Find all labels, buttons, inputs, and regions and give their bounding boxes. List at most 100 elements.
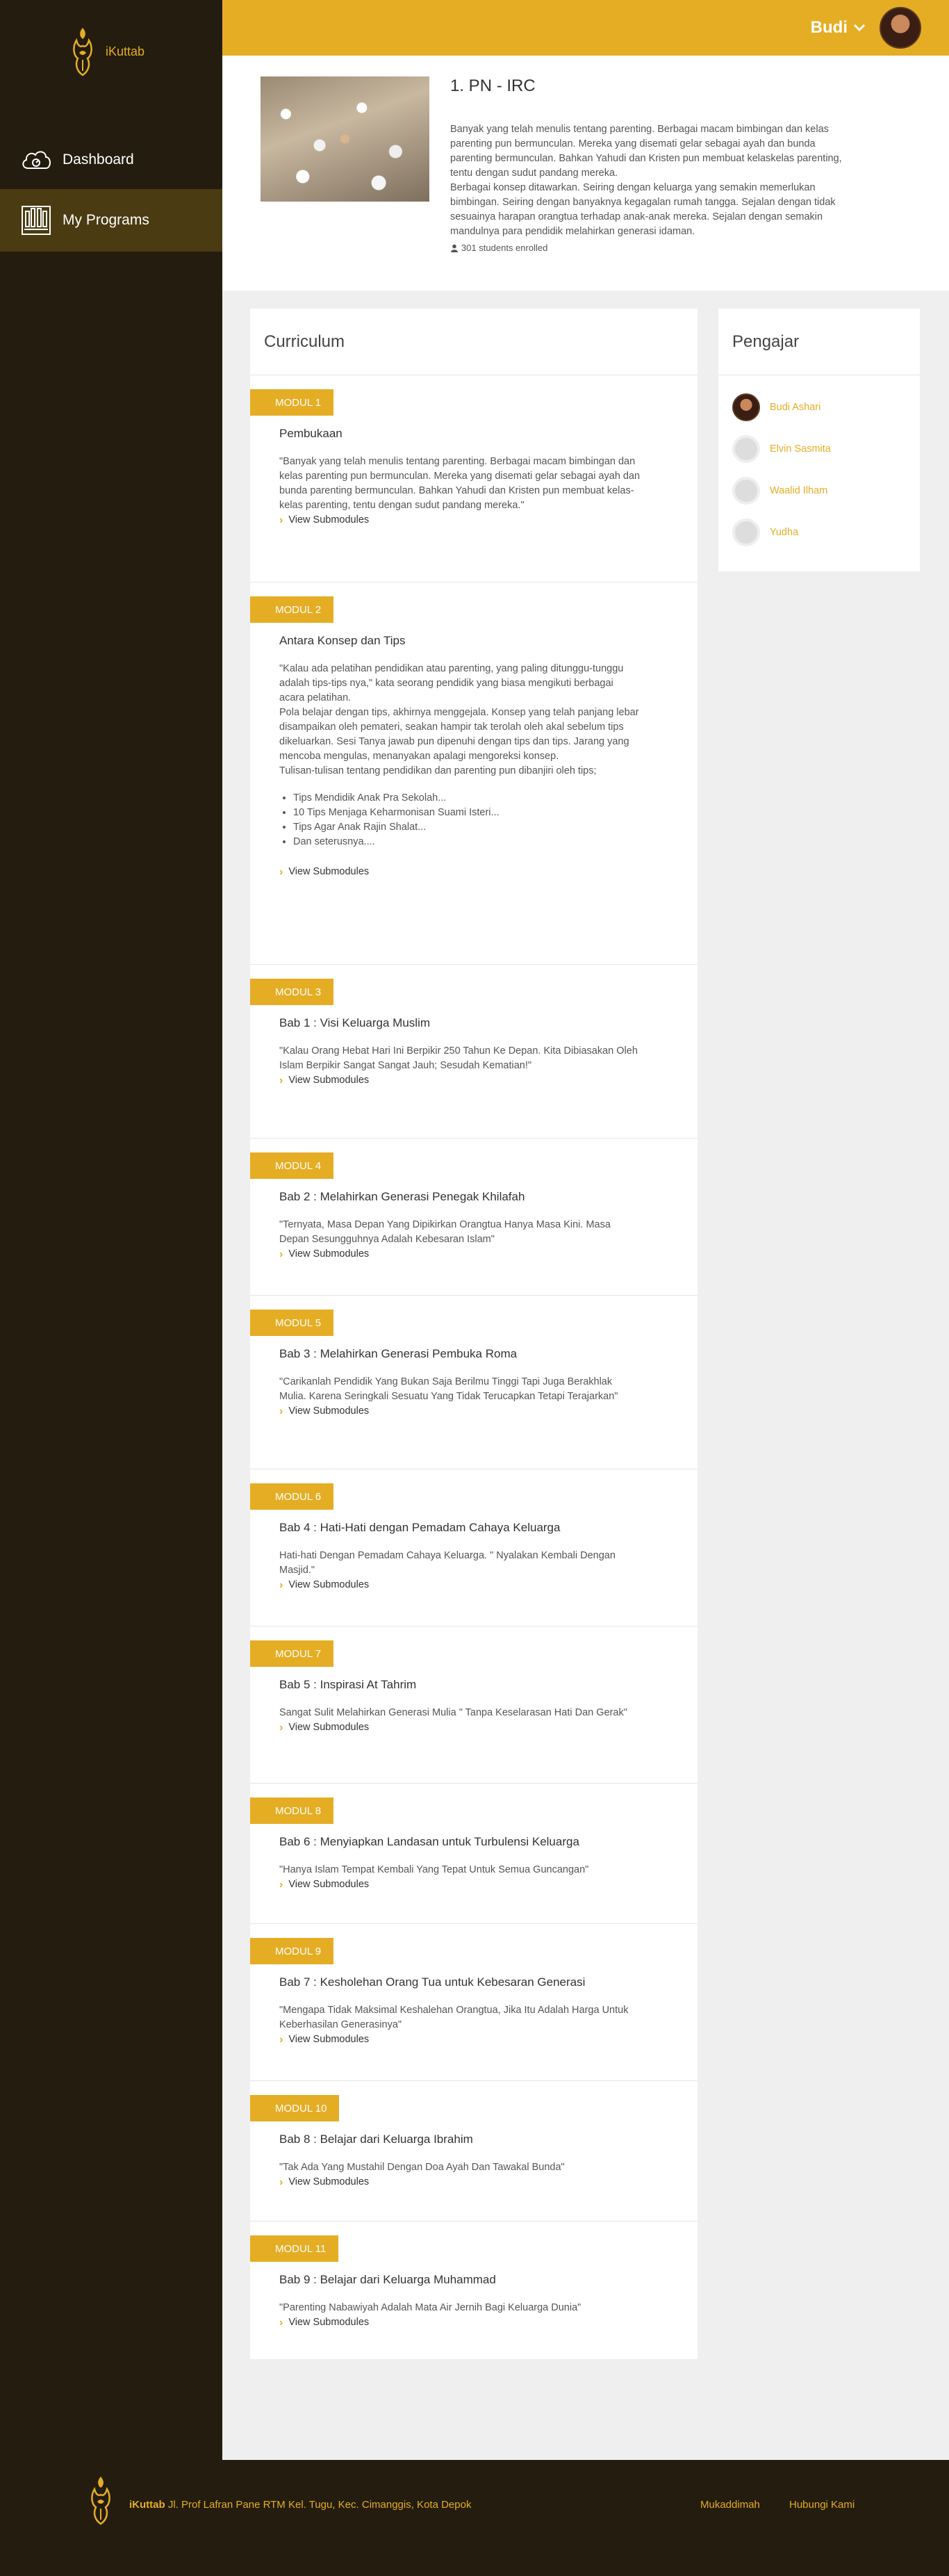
topbar: Budi	[222, 0, 949, 56]
modul-badge: MODUL 7	[250, 1640, 334, 1667]
module-item: MODUL 2 Antara Konsep dan Tips "Kalau ad…	[250, 582, 698, 965]
pengajar-card: Pengajar Budi Ashari Elvin Sasmita Waali…	[718, 309, 920, 571]
view-submodules-link[interactable]: › View Submodules	[279, 1247, 641, 1262]
brand[interactable]: iKuttab	[69, 25, 181, 78]
footer-address-text: Jl. Prof Lafran Pane RTM Kel. Tugu, Kec.…	[165, 2499, 472, 2511]
sidebar-item-label: Dashboard	[63, 152, 134, 168]
module-item: MODUL 6 Bab 4 : Hati-Hati dengan Pemadam…	[250, 1469, 698, 1627]
module-item: MODUL 9 Bab 7 : Kesholehan Orang Tua unt…	[250, 1924, 698, 2081]
module-desc-text: "Kalau ada pelatihan pendidikan atau par…	[279, 663, 624, 703]
module-description: "Hanya Islam Tempat Kembali Yang Tepat U…	[279, 1863, 641, 1892]
view-submodules-link[interactable]: › View Submodules	[279, 1073, 641, 1088]
module-description: "Parenting Nabawiyah Adalah Mata Air Jer…	[279, 2301, 641, 2330]
module-description: "Ternyata, Masa Depan Yang Dipikirkan Or…	[279, 1218, 641, 1262]
teacher-avatar	[732, 519, 760, 546]
module-item: MODUL 7 Bab 5 : Inspirasi At Tahrim Sang…	[250, 1627, 698, 1784]
module-desc-text: "Tak Ada Yang Mustahil Dengan Doa Ayah D…	[279, 2162, 565, 2173]
program-image	[261, 76, 429, 202]
chevron-right-icon: ›	[279, 2176, 283, 2188]
chevron-right-icon: ›	[279, 1722, 283, 1734]
teacher-item[interactable]: Budi Ashari	[732, 393, 820, 421]
module-item: MODUL 5 Bab 3 : Melahirkan Generasi Pemb…	[250, 1296, 698, 1469]
view-submodules-link[interactable]: › View Submodules	[279, 1877, 641, 1892]
chevron-right-icon: ›	[279, 1579, 283, 1591]
chevron-right-icon: ›	[279, 1405, 283, 1417]
view-submodules-label: View Submodules	[288, 1722, 370, 1733]
footer-brand: iKuttab	[129, 2499, 165, 2511]
sidebar-item-my-programs[interactable]: My Programs	[0, 189, 222, 252]
module-item: MODUL 10 Bab 8 : Belajar dari Keluarga I…	[250, 2081, 698, 2222]
ikuttab-logo-icon	[73, 28, 92, 76]
modul-badge: MODUL 9	[250, 1938, 334, 1964]
module-description: Sangat Sulit Melahirkan Generasi Mulia "…	[279, 1706, 641, 1735]
pengajar-title: Pengajar	[718, 309, 920, 375]
description-paragraph: Berbagai konsep ditawarkan. Seiring deng…	[450, 182, 836, 237]
modul-badge: MODUL 2	[250, 596, 334, 623]
chevron-right-icon: ›	[279, 866, 283, 878]
view-submodules-link[interactable]: › View Submodules	[279, 2032, 641, 2047]
module-item: MODUL 4 Bab 2 : Melahirkan Generasi Pene…	[250, 1139, 698, 1296]
module-title: Bab 3 : Melahirkan Generasi Pembuka Roma	[279, 1347, 518, 1360]
view-submodules-link[interactable]: › View Submodules	[279, 2315, 641, 2330]
footer-link-hubungi-kami[interactable]: Hubungi Kami	[789, 2499, 855, 2511]
module-description: "Carikanlah Pendidik Yang Bukan Saja Ber…	[279, 1375, 641, 1419]
module-desc-text: Hati-hati Dengan Pemadam Cahaya Keluarga…	[279, 1550, 616, 1576]
teacher-item[interactable]: Waalid Ilham	[732, 477, 827, 505]
chevron-right-icon: ›	[279, 514, 283, 526]
list-item: Dan seterusnya....	[293, 835, 641, 849]
modul-badge: MODUL 4	[250, 1152, 334, 1179]
module-title: Bab 7 : Kesholehan Orang Tua untuk Kebes…	[279, 1975, 586, 1989]
modul-badge: MODUL 5	[250, 1310, 334, 1336]
module-desc-text: Sangat Sulit Melahirkan Generasi Mulia "…	[279, 1707, 627, 1718]
enrolled-count: 301 students enrolled	[450, 241, 853, 255]
module-desc-text: Tulisan-tulisan tentang pendidikan dan p…	[279, 765, 597, 776]
module-description: "Kalau ada pelatihan pendidikan atau par…	[279, 662, 641, 879]
module-description: "Mengapa Tidak Maksimal Keshalehan Orang…	[279, 2003, 641, 2047]
modul-badge: MODUL 3	[250, 979, 334, 1005]
user-menu-button[interactable]: Budi	[811, 18, 866, 38]
module-description: "Tak Ada Yang Mustahil Dengan Doa Ayah D…	[279, 2160, 641, 2190]
teacher-item[interactable]: Yudha	[732, 519, 798, 546]
view-submodules-label: View Submodules	[288, 2317, 370, 2328]
modul-badge: MODUL 8	[250, 1798, 334, 1824]
user-icon	[451, 244, 458, 252]
teacher-name: Elvin Sasmita	[770, 443, 831, 455]
teacher-avatar	[732, 435, 760, 463]
sidebar-item-label: My Programs	[63, 212, 149, 228]
module-title: Bab 6 : Menyiapkan Landasan untuk Turbul…	[279, 1835, 579, 1848]
ikuttab-logo-icon	[91, 2477, 110, 2525]
module-description: "Kalau Orang Hebat Hari Ini Berpikir 250…	[279, 1044, 641, 1088]
list-item: Tips Mendidik Anak Pra Sekolah...	[293, 791, 641, 806]
avatar[interactable]	[880, 7, 921, 49]
view-submodules-label: View Submodules	[288, 514, 370, 525]
view-submodules-link[interactable]: › View Submodules	[279, 865, 641, 879]
view-submodules-link[interactable]: › View Submodules	[279, 1720, 641, 1735]
module-title: Bab 8 : Belajar dari Keluarga Ibrahim	[279, 2133, 473, 2146]
chevron-right-icon: ›	[279, 1879, 283, 1891]
module-title: Bab 1 : Visi Keluarga Muslim	[279, 1016, 431, 1029]
module-item: MODUL 1 Pembukaan "Banyak yang telah men…	[250, 375, 698, 582]
modul-badge: MODUL 1	[250, 389, 334, 416]
modul-badge: MODUL 11	[250, 2235, 339, 2262]
module-desc-text: Pola belajar dengan tips, akhirnya mengg…	[279, 707, 639, 762]
module-title: Bab 2 : Melahirkan Generasi Penegak Khil…	[279, 1190, 525, 1203]
list-item: 10 Tips Menjaga Keharmonisan Suami Ister…	[293, 806, 641, 820]
module-title: Bab 4 : Hati-Hati dengan Pemadam Cahaya …	[279, 1521, 561, 1534]
view-submodules-label: View Submodules	[288, 866, 370, 877]
view-submodules-label: View Submodules	[288, 1075, 370, 1086]
view-submodules-label: View Submodules	[288, 1579, 370, 1590]
module-title: Bab 5 : Inspirasi At Tahrim	[279, 1678, 417, 1691]
module-desc-text: "Banyak yang telah menulis tentang paren…	[279, 456, 641, 511]
view-submodules-link[interactable]: › View Submodules	[279, 1404, 641, 1419]
module-item: MODUL 11 Bab 9 : Belajar dari Keluarga M…	[250, 2222, 698, 2359]
teacher-item[interactable]: Elvin Sasmita	[732, 435, 831, 463]
user-name: Budi	[810, 18, 848, 37]
view-submodules-link[interactable]: › View Submodules	[279, 1578, 641, 1592]
view-submodules-link[interactable]: › View Submodules	[279, 513, 641, 528]
curriculum-title: Curriculum	[250, 309, 698, 375]
footer-link-mukaddimah[interactable]: Mukaddimah	[700, 2499, 760, 2511]
teacher-avatar	[732, 393, 760, 421]
cloud-icon	[19, 143, 53, 177]
sidebar-item-dashboard[interactable]: Dashboard	[0, 139, 222, 181]
view-submodules-link[interactable]: › View Submodules	[279, 2175, 641, 2190]
